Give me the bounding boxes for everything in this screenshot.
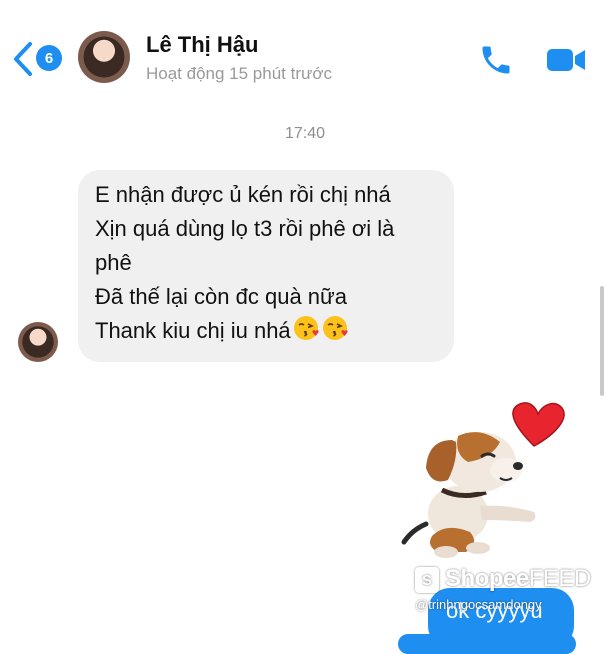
chat-header: 6 Lê Thị Hậu Hoạt động 15 phút trước xyxy=(0,0,610,100)
kissing-face-emoji-icon xyxy=(322,316,348,340)
watermark-brand-main: Shopee xyxy=(445,565,529,592)
message-line: E nhận được ủ kén rồi chị nhá xyxy=(95,182,391,207)
phone-icon xyxy=(482,46,510,74)
message-line: phê xyxy=(95,250,132,275)
video-camera-icon xyxy=(547,49,585,71)
message-timestamp: 17:40 xyxy=(284,125,326,142)
audio-call-button[interactable] xyxy=(478,42,514,78)
scrollbar[interactable] xyxy=(600,286,604,396)
message-line: Xịn quá dùng lọ t3 rồi phê ơi là xyxy=(95,216,395,241)
shopee-feed-watermark: S ShopeeFEED @trinhngocsamdongy xyxy=(415,565,605,625)
outgoing-message-bubble[interactable] xyxy=(398,634,576,654)
contact-avatar[interactable] xyxy=(78,31,130,83)
watermark-handle: @trinhngocsamdongy xyxy=(415,597,542,612)
message-line: Thank kiu chị iu nhá xyxy=(95,318,291,343)
kissing-face-emoji-icon xyxy=(293,316,319,340)
message-line: Đã thế lại còn đc quà nữa xyxy=(95,284,348,309)
contact-name[interactable]: Lê Thị Hậu xyxy=(146,32,258,58)
incoming-message-bubble[interactable]: E nhận được ủ kén rồi chị nhá Xịn quá dù… xyxy=(78,170,454,362)
shopping-bag-icon: S xyxy=(415,567,439,593)
chevron-left-icon xyxy=(14,42,32,76)
watermark-brand-sub: FEED xyxy=(528,565,592,592)
sender-avatar[interactable] xyxy=(18,322,58,362)
message-line-with-emoji: Thank kiu chị iu nhá xyxy=(95,314,438,348)
unread-count-badge: 6 xyxy=(36,45,62,71)
puppy-heart-sticker[interactable] xyxy=(396,396,574,560)
video-call-button[interactable] xyxy=(545,44,587,76)
active-status: Hoạt động 15 phút trước xyxy=(146,64,333,83)
watermark-brand: ShopeeFEED xyxy=(445,565,591,593)
